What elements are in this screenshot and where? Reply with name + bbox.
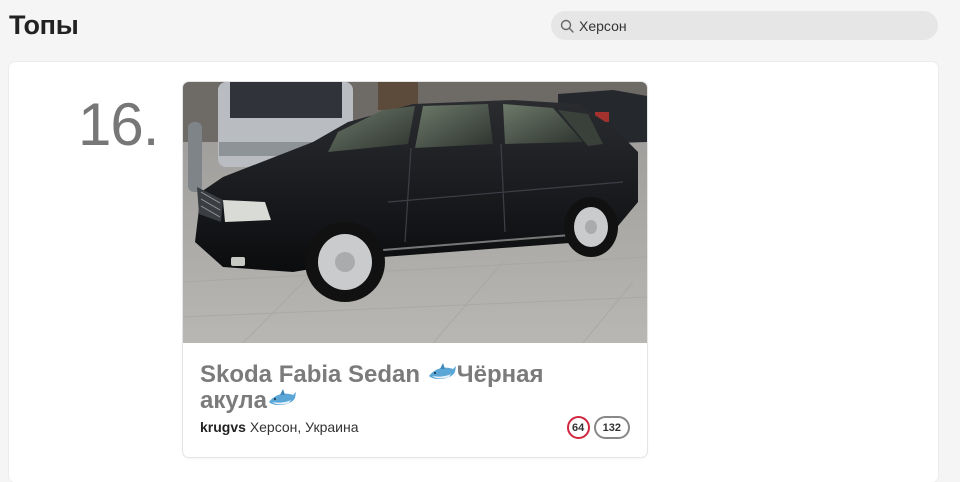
- page-title: Топы: [9, 10, 79, 40]
- car-card[interactable]: Skoda Fabia Sedan Чёрная акула krugvs Хе…: [183, 82, 647, 457]
- car-title-nickname: Чёрная: [456, 361, 544, 388]
- likes-badge[interactable]: 64: [566, 416, 590, 439]
- car-title-nickname-2: акула: [200, 387, 267, 414]
- search-icon: [560, 19, 574, 33]
- stats-badges: 64 132: [566, 416, 630, 439]
- car-title[interactable]: Skoda Fabia Sedan Чёрная акула: [200, 362, 620, 414]
- author-link[interactable]: krugvs: [200, 419, 246, 435]
- car-photo[interactable]: [183, 82, 647, 343]
- rank-number: 16.: [78, 91, 159, 158]
- search-input[interactable]: [579, 17, 919, 34]
- car-title-main: Skoda Fabia Sedan: [200, 361, 421, 388]
- comments-badge[interactable]: 132: [593, 416, 630, 439]
- shark-emoji-icon: [428, 363, 456, 379]
- location-text: Херсон, Украина: [249, 419, 359, 435]
- search-bar[interactable]: [551, 11, 938, 40]
- shark-emoji-icon: [268, 389, 296, 405]
- car-meta: krugvs Херсон, Украина: [200, 419, 358, 435]
